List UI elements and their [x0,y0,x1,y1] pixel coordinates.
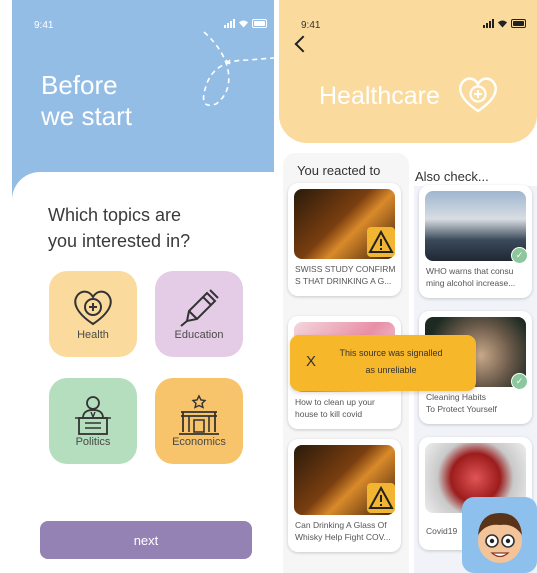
check-icon: ✓ [511,247,528,264]
heart-icon [459,77,497,113]
status-icons [224,19,267,28]
heart-icon [74,290,112,326]
topic-label: Health [77,329,109,341]
news-caption: WHO warns that consu ming alcohol increa… [426,266,516,288]
hero-title: Before we start [41,70,133,131]
warning-icon [367,227,395,257]
toast-message: This source was signalled as unreliable [339,348,443,375]
topic-education[interactable]: Education [155,271,243,357]
hero-banner: 9:41 Before we start [12,0,274,200]
unreliable-source-toast: X This source was signalled as unreliabl… [290,335,476,391]
topic-economics[interactable]: Economics [155,378,243,464]
topics-question: Which topics are you interested in? [48,205,191,251]
topic-label: Education [174,329,224,341]
wifi-icon [239,20,248,28]
next-button[interactable]: next [40,521,252,559]
topics-screen: 9:41 Before we start Which topics are yo… [12,0,274,573]
column-heading-reacted: You reacted to [297,163,381,178]
check-icon: ✓ [511,373,528,390]
wifi-icon [498,20,507,28]
news-card[interactable]: ✓ WHO warns that consu ming alcohol incr… [419,185,532,298]
police-thumbnail [425,191,526,261]
healthcare-header: 9:41 Healthcare [279,0,537,143]
dotted-path-decoration [202,31,274,106]
battery-icon [511,19,526,28]
news-caption: Cleaning Habits To Protect Yourself [426,392,497,414]
status-time: 9:41 [34,20,54,31]
signal-icon [483,19,494,28]
news-caption: How to clean up your house to kill covid [295,397,375,419]
topic-label: Economics [172,436,226,448]
speaker-icon [75,396,111,435]
pen-icon [180,289,219,327]
close-icon[interactable]: X [306,353,316,370]
healthcare-screen: 9:41 Healthcare You reacted to Also chec… [279,0,537,573]
status-icons [483,19,526,28]
avatar[interactable] [462,497,537,573]
page-title: Healthcare [319,82,440,110]
warning-icon [367,483,395,513]
battery-icon [252,19,267,28]
boy-avatar-icon [478,513,522,563]
column-heading-also: Also check... [415,169,489,184]
status-time: 9:41 [301,20,321,31]
back-chevron-icon[interactable] [294,35,312,53]
news-card[interactable]: Can Drinking A Glass Of Whisky Help Figh… [288,439,401,552]
news-caption: Can Drinking A Glass Of Whisky Help Figh… [295,520,391,542]
topic-politics[interactable]: Politics [49,378,137,464]
building-icon [179,394,219,435]
topic-label: Politics [75,436,111,448]
topic-health[interactable]: Health [49,271,137,357]
signal-icon [224,19,235,28]
news-card[interactable]: SWISS STUDY CONFIRM S THAT DRINKING A G.… [288,183,401,296]
news-caption: SWISS STUDY CONFIRM S THAT DRINKING A G.… [295,264,396,286]
